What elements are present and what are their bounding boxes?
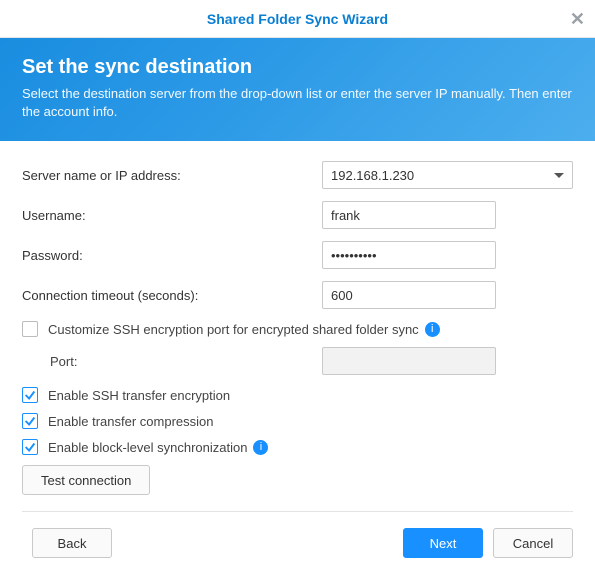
- cancel-button[interactable]: Cancel: [493, 528, 573, 558]
- back-button[interactable]: Back: [32, 528, 112, 558]
- username-label: Username:: [22, 208, 322, 223]
- compression-label: Enable transfer compression: [48, 414, 213, 429]
- timeout-input[interactable]: [322, 281, 496, 309]
- page-heading: Set the sync destination: [22, 56, 573, 79]
- ssh-encryption-label: Enable SSH transfer encryption: [48, 388, 230, 403]
- server-label: Server name or IP address:: [22, 168, 322, 183]
- next-button[interactable]: Next: [403, 528, 483, 558]
- username-input[interactable]: [322, 201, 496, 229]
- page-subtext: Select the destination server from the d…: [22, 85, 573, 121]
- info-icon[interactable]: i: [253, 440, 268, 455]
- title-bar: Shared Folder Sync Wizard ✕: [0, 0, 595, 38]
- footer: Back Next Cancel: [0, 528, 595, 576]
- customize-port-label: Customize SSH encryption port for encryp…: [48, 322, 419, 337]
- close-icon[interactable]: ✕: [570, 0, 585, 38]
- test-connection-button[interactable]: Test connection: [22, 465, 150, 495]
- form-body: Server name or IP address: 192.168.1.230…: [0, 141, 595, 528]
- port-label: Port:: [50, 354, 322, 369]
- server-select-value: 192.168.1.230: [331, 168, 414, 183]
- compression-checkbox[interactable]: [22, 413, 38, 429]
- password-input[interactable]: [322, 241, 496, 269]
- window-title: Shared Folder Sync Wizard: [207, 11, 388, 27]
- timeout-label: Connection timeout (seconds):: [22, 288, 322, 303]
- customize-port-checkbox[interactable]: [22, 321, 38, 337]
- server-select[interactable]: 192.168.1.230: [322, 161, 573, 189]
- chevron-down-icon: [554, 173, 564, 178]
- block-sync-label: Enable block-level synchronization: [48, 440, 247, 455]
- password-label: Password:: [22, 248, 322, 263]
- ssh-encryption-checkbox[interactable]: [22, 387, 38, 403]
- port-input: [322, 347, 496, 375]
- separator: [22, 511, 573, 512]
- hero-banner: Set the sync destination Select the dest…: [0, 38, 595, 141]
- block-sync-checkbox[interactable]: [22, 439, 38, 455]
- info-icon[interactable]: i: [425, 322, 440, 337]
